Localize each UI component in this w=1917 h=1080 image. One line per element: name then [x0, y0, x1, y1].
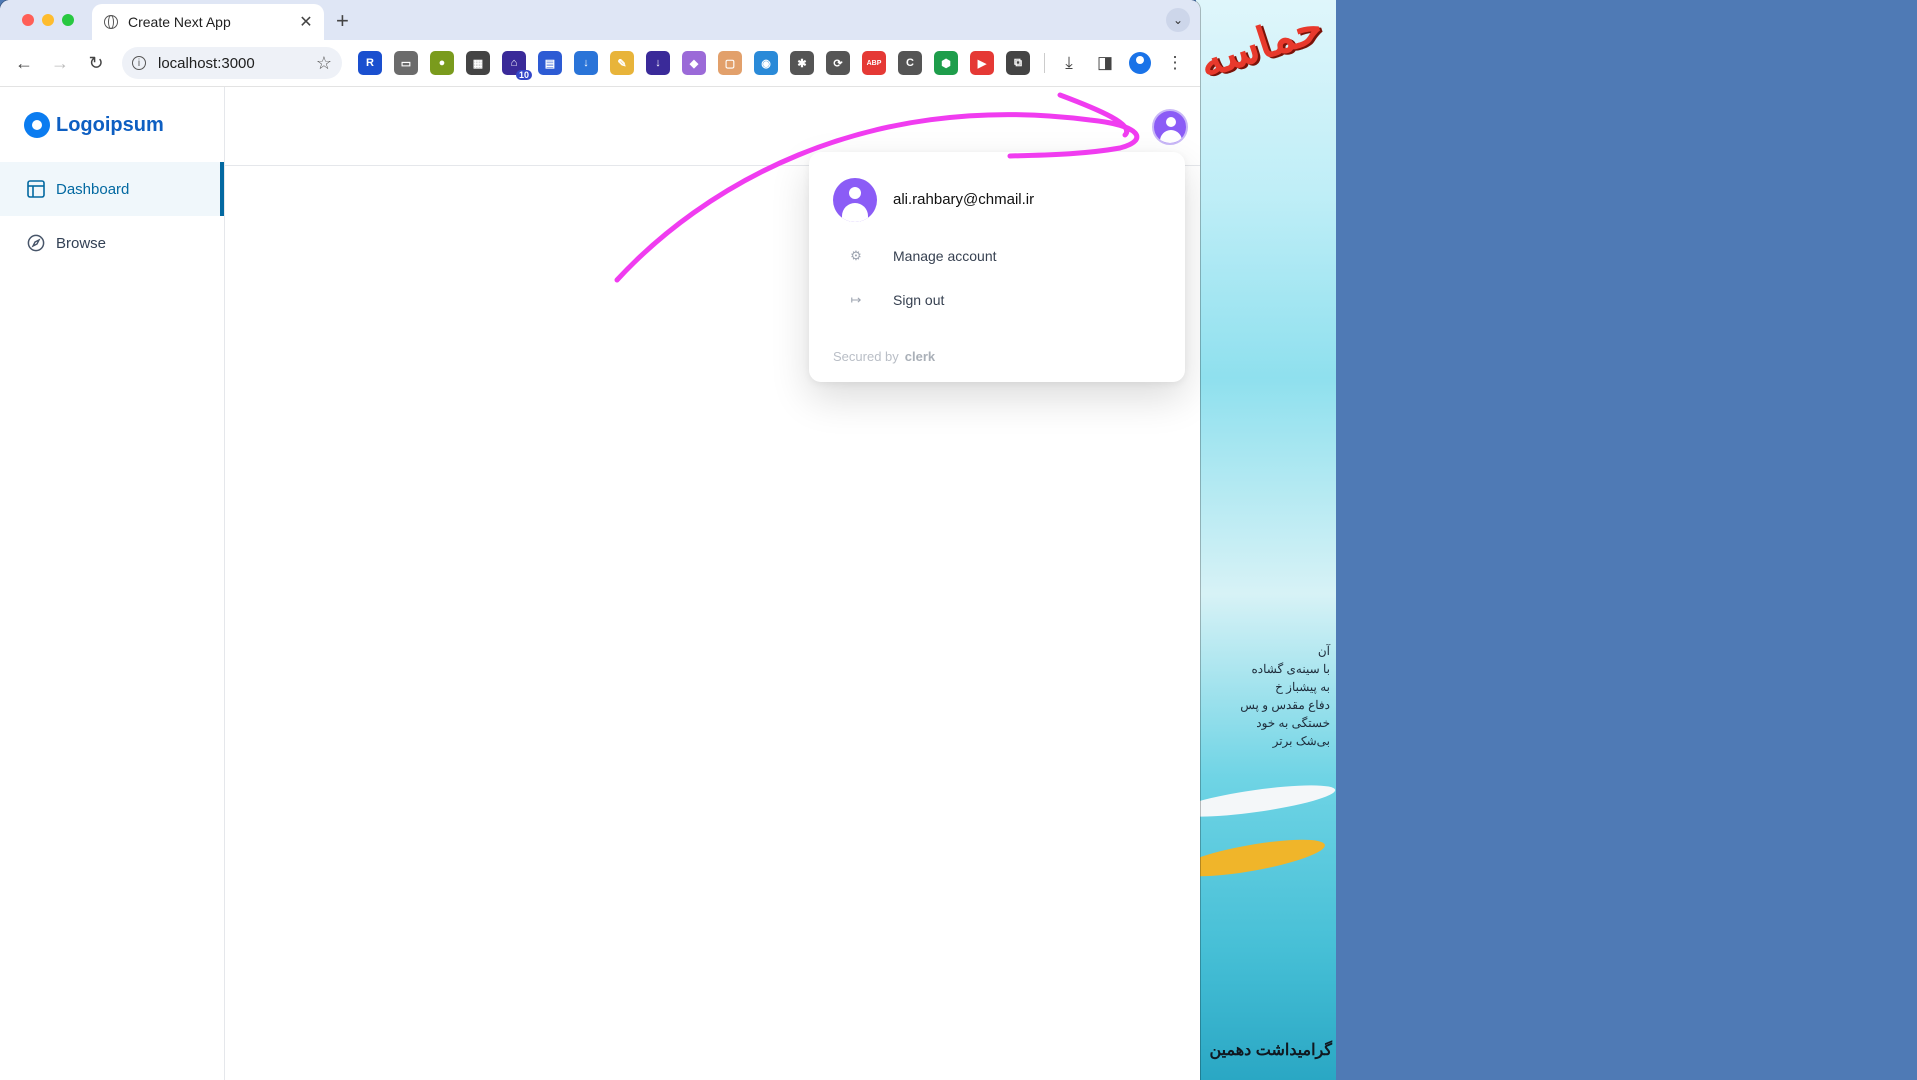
- extension-6-icon[interactable]: ▤: [538, 51, 562, 75]
- extension-15-icon[interactable]: ABP: [862, 51, 886, 75]
- new-tab-button[interactable]: +: [336, 8, 349, 34]
- secured-by-footer: Secured by clerk: [833, 349, 935, 364]
- extension-10-icon[interactable]: ◆: [682, 51, 706, 75]
- sidebar-item-label: Browse: [56, 234, 107, 252]
- logo[interactable]: Logoipsum: [24, 112, 164, 138]
- profile-icon[interactable]: [1129, 52, 1151, 74]
- browser-window: Create Next App ✕ + ⌄ ← → ↻ i localhost:…: [0, 0, 1200, 1080]
- manage-account-label: Manage account: [893, 248, 997, 264]
- clerk-logo-icon[interactable]: clerk: [905, 349, 935, 364]
- sign-out-label: Sign out: [893, 292, 945, 308]
- extension-4-icon[interactable]: ▦: [466, 51, 490, 75]
- toolbar-separator: [1044, 53, 1045, 73]
- poster-line: خستگی به خود: [1256, 716, 1330, 730]
- extension-13-icon[interactable]: ✱: [790, 51, 814, 75]
- extension-2-icon[interactable]: ▭: [394, 51, 418, 75]
- extensions-bar: R ▭ ● ▦ ⌂ 10 ▤ ↓ ✎ ↓ ◆ ▢ ◉ ✱ ⟳ ABP C ⬢ ▶ ⧉ ⤓ ◨ ⋮: [358, 51, 1199, 80]
- extension-8-icon[interactable]: ✎: [610, 51, 634, 75]
- menu-icon[interactable]: ⋮: [1163, 51, 1187, 75]
- user-icon-head: [1166, 117, 1176, 127]
- poster-wing-yellow: [1196, 832, 1328, 884]
- extension-12-icon[interactable]: ◉: [754, 51, 778, 75]
- extension-18-icon[interactable]: ▶: [970, 51, 994, 75]
- extension-badge: 10: [515, 70, 532, 80]
- poster-wing-white: [1196, 778, 1336, 824]
- sidebar: Logoipsum Dashboard Browse: [0, 87, 225, 1080]
- back-icon[interactable]: ←: [6, 53, 42, 74]
- site-info-icon[interactable]: i: [132, 56, 146, 70]
- logo-mark-icon: [24, 112, 50, 138]
- layout-icon: [26, 179, 46, 199]
- extension-9-icon[interactable]: ↓: [646, 51, 670, 75]
- secured-by-text: Secured by: [833, 349, 899, 364]
- app-page: Logoipsum Dashboard Browse ali.rahbary@c…: [0, 87, 1200, 1080]
- poster-line: به پیشباز خ: [1275, 680, 1330, 694]
- browser-tab[interactable]: Create Next App ✕: [92, 4, 324, 40]
- user-email: ali.rahbary@chmail.ir: [893, 191, 1035, 208]
- sign-out-icon: ↦: [850, 292, 862, 307]
- extension-11-icon[interactable]: ▢: [718, 51, 742, 75]
- poster-line: بی‌شک برتر: [1272, 734, 1330, 748]
- tab-strip: Create Next App ✕ + ⌄: [0, 0, 1200, 40]
- user-menu-popover: ali.rahbary@chmail.ir ⚙ Manage account ↦…: [809, 152, 1185, 382]
- poster-line: با سینه‌ی گشاده: [1251, 662, 1331, 676]
- logo-text: Logoipsum: [56, 113, 164, 136]
- extension-7-icon[interactable]: ↓: [574, 51, 598, 75]
- extensions-puzzle-icon[interactable]: ⧉: [1006, 51, 1030, 75]
- poster-line: دفاع مقدس و پس: [1240, 698, 1330, 712]
- extension-17-icon[interactable]: ⬢: [934, 51, 958, 75]
- manage-account-button[interactable]: ⚙ Manage account: [809, 236, 1185, 276]
- extension-1-icon[interactable]: R: [358, 51, 382, 75]
- address-bar[interactable]: i localhost:3000 ☆: [122, 47, 342, 79]
- gear-icon: ⚙: [850, 248, 862, 263]
- close-window-button[interactable]: [22, 14, 34, 26]
- side-panel-icon[interactable]: ◨: [1093, 51, 1117, 75]
- poster-line: آن: [1317, 644, 1330, 658]
- poster-text: آن با سینه‌ی گشاده به پیشباز خ دفاع مقدس…: [1200, 642, 1330, 750]
- maximize-window-button[interactable]: [62, 14, 74, 26]
- user-avatar: [833, 178, 877, 222]
- extension-5-icon[interactable]: ⌂ 10: [502, 51, 532, 80]
- tab-title: Create Next App: [128, 14, 231, 30]
- bookmark-star-icon[interactable]: ☆: [316, 53, 332, 74]
- desktop-wallpaper-poster: حماسه آن با سینه‌ی گشاده به پیشباز خ دفا…: [1196, 0, 1336, 1080]
- poster-bottom-text: گرامیداشت دهمین: [1209, 1042, 1332, 1059]
- user-avatar-button[interactable]: [1152, 109, 1188, 145]
- downloads-icon[interactable]: ⤓: [1057, 51, 1081, 75]
- reload-icon[interactable]: ↻: [78, 53, 114, 74]
- forward-icon[interactable]: →: [42, 53, 78, 74]
- extension-16-icon[interactable]: C: [898, 51, 922, 75]
- close-tab-icon[interactable]: ✕: [296, 12, 316, 32]
- tab-search-chevron-icon[interactable]: ⌄: [1166, 8, 1190, 32]
- extension-3-icon[interactable]: ●: [430, 51, 454, 75]
- clerk-logo-text: clerk: [904, 349, 936, 364]
- sidebar-item-browse[interactable]: Browse: [0, 216, 224, 270]
- compass-icon: [26, 233, 46, 253]
- globe-icon: [104, 15, 118, 29]
- user-icon-head: [849, 187, 861, 199]
- user-icon-body: [1160, 130, 1182, 143]
- poster-title-art: حماسه: [1196, 0, 1329, 89]
- sign-out-button[interactable]: ↦ Sign out: [809, 280, 1185, 320]
- user-icon-body: [842, 203, 868, 222]
- browser-toolbar: ← → ↻ i localhost:3000 ☆ R ▭ ● ▦ ⌂ 10 ▤ ↓ ✎ ↓ ◆ ▢ ◉ ✱…: [0, 40, 1200, 87]
- extension-14-icon[interactable]: ⟳: [826, 51, 850, 75]
- minimize-window-button[interactable]: [42, 14, 54, 26]
- sidebar-item-dashboard[interactable]: Dashboard: [0, 162, 224, 216]
- url-text[interactable]: localhost:3000: [158, 55, 316, 72]
- sidebar-item-label: Dashboard: [56, 180, 130, 198]
